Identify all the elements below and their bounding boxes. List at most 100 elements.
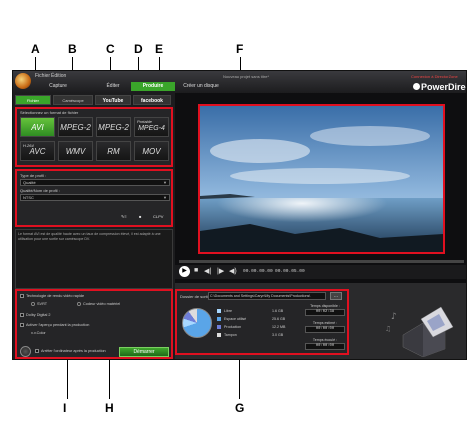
format-rm[interactable]: RM	[96, 141, 131, 161]
legend-swatch	[217, 325, 221, 329]
start-button[interactable]: Démarrer	[119, 347, 169, 357]
timeline-slider[interactable]	[179, 260, 464, 263]
output-tabs: Fichier Caméscope YouTube facebook	[13, 93, 175, 105]
option-dolby[interactable]: Dolby Digital 2	[20, 313, 50, 317]
timecode-current: 00.00.00.00	[243, 269, 273, 274]
legend-value: 1.6 GB	[272, 309, 284, 313]
time-available-value: 00:02:38	[305, 309, 345, 316]
timecode-total: 00.00.05.00	[275, 269, 305, 274]
format-h264-prefix: H.264	[23, 143, 34, 148]
output-folder-field[interactable]: C:\Documents and Settings\Caryn\My Docum…	[208, 292, 326, 300]
format-description: Le format AVI est de qualité haute avec …	[15, 229, 173, 289]
option-xvcolor[interactable]: x.v.Color	[31, 331, 46, 335]
time-available-label: Temps disponible :	[310, 304, 340, 308]
legend-value: 3.0 GB	[272, 333, 284, 337]
tab-facebook[interactable]: facebook	[133, 95, 171, 105]
step-edit[interactable]: Éditer	[98, 82, 128, 91]
option-preview[interactable]: Activer l'aperçu pendant la production	[20, 323, 89, 327]
checkbox-icon	[20, 313, 24, 317]
time-estimated-value: 00:00:00	[305, 326, 345, 333]
format-wmv[interactable]: WMV	[58, 141, 93, 161]
callout-b: B	[68, 42, 77, 56]
preview-area	[175, 93, 466, 283]
step-create-disc[interactable]: Créer un disque	[181, 82, 221, 91]
callout-g: G	[235, 401, 245, 415]
callout-e: E	[155, 42, 164, 56]
format-label: Sélectionnez un format de fichier	[20, 110, 79, 115]
radio-icon	[77, 302, 81, 306]
checkbox-icon	[20, 323, 24, 327]
option-fast-render[interactable]: Technologie de rendu vidéo rapide	[20, 294, 84, 298]
brand-icon	[413, 83, 420, 90]
tab-youtube[interactable]: YouTube	[95, 95, 131, 105]
time-elapsed-value: 00:00:00	[305, 343, 345, 350]
profile-type-select[interactable]: Qualité	[20, 179, 170, 186]
time-elapsed-label: Temps écoulé :	[312, 338, 338, 342]
option-preview-label: Activer l'aperçu pendant la production	[26, 323, 90, 327]
powerdirector-window: Fichier Édition Nouveau projet sans titr…	[12, 70, 467, 360]
menu-file[interactable]: Fichier	[35, 73, 50, 79]
profile-name-select[interactable]: NTSC	[20, 194, 170, 201]
player-controls: ▶ ■ ◀| |▶ ◀) 00.00.00.00 00.00.05.00	[175, 265, 466, 279]
top-bar: Fichier Édition Nouveau projet sans titr…	[13, 71, 466, 93]
menu-edit[interactable]: Édition	[51, 73, 66, 79]
tab-file[interactable]: Fichier	[15, 95, 51, 105]
profile-edit-icon[interactable]: ✎≡	[121, 214, 127, 220]
option-hw-encoder-label: Codeur vidéo matériel	[83, 302, 121, 306]
option-svrt[interactable]: SVRT	[31, 302, 47, 306]
settings-round-icon[interactable]	[20, 346, 31, 357]
next-frame-icon[interactable]: |▶	[217, 267, 224, 275]
directorzone-link[interactable]: Connexion à DirectorZone	[411, 74, 458, 79]
format-mpeg2-a[interactable]: MPEG-2	[58, 117, 93, 137]
option-xvcolor-label: x.v.Color	[31, 331, 46, 335]
legend-value: 12.2 MB	[272, 325, 286, 329]
callout-line-g	[239, 355, 240, 399]
legend-swatch	[217, 333, 221, 337]
option-dolby-label: Dolby Digital 2	[26, 313, 51, 317]
preview-image	[200, 106, 443, 252]
callout-a: A	[31, 42, 40, 56]
format-mpeg2-b[interactable]: MPEG-2	[96, 117, 131, 137]
time-available: Temps disponible : 00:02:38	[305, 304, 345, 316]
radio-icon	[31, 302, 35, 306]
callout-f: F	[236, 42, 244, 56]
callout-h: H	[105, 401, 114, 415]
option-svrt-label: SVRT	[37, 302, 48, 306]
option-hw-encoder[interactable]: Codeur vidéo matériel	[77, 302, 120, 306]
profile-clpv-button[interactable]: CLPV	[153, 214, 163, 220]
time-elapsed: Temps écoulé : 00:00:00	[305, 338, 345, 350]
legend-value: 25.6 GB	[272, 317, 286, 321]
legend-name: Libre	[224, 309, 232, 313]
legend-name: Tampon	[224, 333, 237, 337]
stop-icon[interactable]: ■	[194, 267, 198, 274]
format-h264-avc[interactable]: H.264 AVC	[20, 141, 55, 161]
legend-swatch	[217, 309, 221, 313]
format-avi[interactable]: AVI	[20, 117, 55, 137]
profile-name-label: Qualité/Nom de profil :	[20, 188, 60, 193]
disk-usage-pie	[182, 308, 212, 338]
checkbox-icon	[35, 349, 39, 353]
format-portable-mpeg4[interactable]: Portable MPEG-4	[134, 117, 169, 137]
volume-icon[interactable]: ◀)	[229, 267, 237, 275]
profile-type-label: Type de profil :	[20, 173, 47, 178]
callout-c: C	[106, 42, 115, 56]
legend-name: Espace utilisé	[224, 317, 247, 321]
play-icon[interactable]: ▶	[179, 266, 190, 277]
profile-save-icon[interactable]: ■	[139, 214, 141, 220]
profile-settings: Type de profil : Qualité Qualité/Nom de …	[15, 169, 173, 227]
option-shutdown-label: Arrêter l'ordinateur après la production	[41, 349, 106, 353]
format-mov[interactable]: MOV	[134, 141, 169, 161]
browse-button[interactable]: ...	[330, 292, 342, 300]
step-produce[interactable]: Produire	[131, 82, 175, 91]
prev-frame-icon[interactable]: ◀|	[204, 267, 211, 275]
svg-text:♫: ♫	[385, 325, 391, 333]
step-capture[interactable]: Capture	[43, 82, 73, 91]
left-panel: Fichier Caméscope YouTube facebook Sélec…	[13, 93, 175, 359]
tab-camcorder[interactable]: Caméscope	[53, 95, 93, 105]
time-estimated-label: Temps estimé :	[312, 321, 338, 325]
app-logo-icon	[15, 73, 31, 89]
checkbox-icon	[20, 294, 24, 298]
output-panel: Dossier de sortie : C:\Documents and Set…	[175, 289, 349, 355]
option-shutdown[interactable]: Arrêter l'ordinateur après la production	[35, 349, 106, 353]
video-preview-window	[198, 104, 445, 254]
